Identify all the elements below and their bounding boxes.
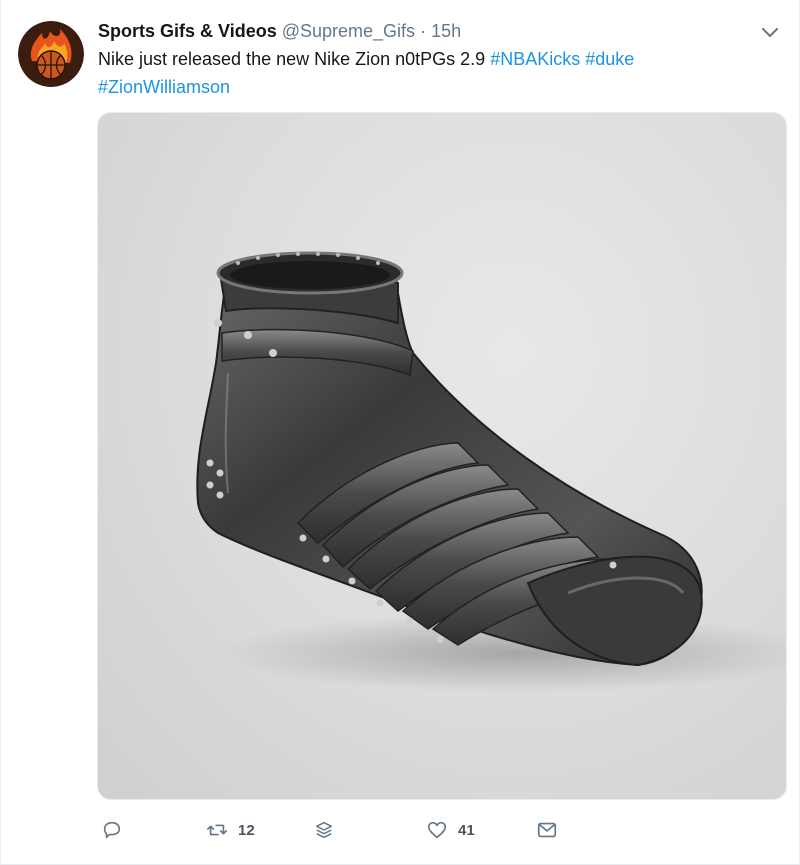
tweet-body-text: Nike just released the new Nike Zion n0t… bbox=[98, 49, 486, 69]
tweet-timestamp[interactable]: 15h bbox=[431, 21, 461, 41]
heart-icon bbox=[427, 821, 447, 839]
envelope-icon bbox=[537, 822, 557, 838]
layers-icon bbox=[315, 821, 333, 839]
hashtag-duke[interactable]: #duke bbox=[585, 49, 634, 69]
retweet-count: 12 bbox=[238, 821, 255, 839]
separator-dot: · bbox=[420, 21, 427, 41]
tweet-media-image[interactable] bbox=[97, 112, 787, 800]
layers-button[interactable] bbox=[313, 815, 345, 845]
hashtag-nbakicks[interactable]: #NBAKicks bbox=[490, 49, 580, 69]
reply-button[interactable] bbox=[101, 815, 133, 845]
armor-shoe-photo bbox=[196, 251, 786, 693]
tweet-card[interactable]: Sports Gifs & Videos @Supreme_Gifs · 15h… bbox=[0, 0, 800, 865]
tweet-actions: 12 41 bbox=[101, 815, 701, 845]
author-name[interactable]: Sports Gifs & Videos bbox=[98, 21, 277, 41]
tweet-text: Nike just released the new Nike Zion n0t… bbox=[98, 45, 758, 101]
like-button[interactable]: 41 bbox=[426, 815, 475, 845]
retweet-button[interactable]: 12 bbox=[206, 815, 255, 845]
tweet-header: Sports Gifs & Videos @Supreme_Gifs · 15h bbox=[98, 18, 749, 44]
direct-message-button[interactable] bbox=[536, 815, 568, 845]
reply-icon bbox=[103, 821, 121, 839]
hashtag-zionwilliamson[interactable]: #ZionWilliamson bbox=[98, 77, 230, 97]
author-handle[interactable]: @Supreme_Gifs bbox=[282, 21, 415, 41]
avatar[interactable] bbox=[18, 21, 84, 87]
chevron-down-icon[interactable] bbox=[759, 22, 781, 44]
basketball-fire-avatar-icon bbox=[18, 21, 84, 87]
retweet-icon bbox=[207, 824, 227, 836]
like-count: 41 bbox=[458, 821, 475, 839]
